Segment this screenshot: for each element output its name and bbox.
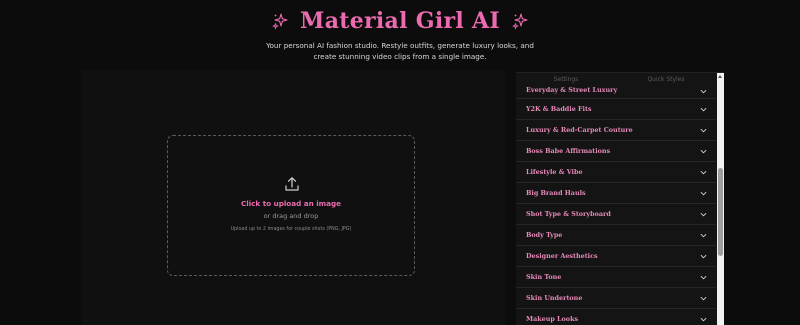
accordion-item-label: Skin Undertone [526,294,583,302]
accordion-item-label: Body Type [526,231,563,239]
subtitle-line: create stunning video clips from a singl… [313,52,487,61]
image-dropzone[interactable]: Click to upload an image or drag and dro… [167,135,415,276]
chevron-down-icon [700,149,707,154]
accordion-item[interactable]: Big Brand Hauls [516,183,716,204]
accordion-item[interactable]: Makeup Looks [516,309,716,325]
chevron-down-icon [700,128,707,133]
style-accordion: Everyday & Street Luxury Y2K & Baddie Fi… [516,86,716,325]
accordion-item-label: Everyday & Street Luxury [526,86,618,94]
sparkles-icon [512,13,528,29]
accordion-item-label: Boss Babe Affirmations [526,147,611,155]
chevron-down-icon [700,89,707,94]
panel-tabs: Settings Quick Styles [516,73,716,87]
accordion-item[interactable]: Shot Type & Storyboard [516,204,716,225]
accordion-item[interactable]: Skin Undertone [516,288,716,309]
accordion-item[interactable]: Lifestyle & Vibe [516,162,716,183]
accordion-item[interactable]: Boss Babe Affirmations [516,141,716,162]
chevron-down-icon [700,170,707,175]
app-title: Material Girl AI [300,8,500,34]
accordion-item-label: Makeup Looks [526,315,579,323]
upload-subtitle: or drag and drop [263,212,319,220]
chevron-down-icon [700,233,707,238]
accordion-item-label: Skin Tone [526,273,562,281]
accordion-item-label: Luxury & Red-Carpet Couture [526,126,633,134]
accordion-item-label: Big Brand Hauls [526,189,586,197]
chevron-down-icon [700,254,707,259]
accordion-item[interactable]: Skin Tone [516,267,716,288]
accordion-item[interactable]: Y2K & Baddie Fits [516,99,716,120]
panel-scrollbar[interactable] [717,73,724,325]
scroll-up-arrow-icon[interactable] [718,75,722,78]
header: Material Girl AI Your personal AI fashio… [0,0,800,70]
tab-settings[interactable]: Settings [516,73,616,87]
tab-quick-styles[interactable]: Quick Styles [616,73,716,87]
chevron-down-icon [700,107,707,112]
sparkles-icon [272,13,288,29]
accordion-item-label: Y2K & Baddie Fits [526,105,592,113]
accordion-item-label: Lifestyle & Vibe [526,168,583,176]
accordion-item[interactable]: Luxury & Red-Carpet Couture [516,120,716,141]
chevron-down-icon [700,191,707,196]
scroll-thumb[interactable] [718,168,723,256]
accordion-item-label: Designer Aesthetics [526,252,598,260]
accordion-item[interactable]: Everyday & Street Luxury [516,86,716,99]
title-row: Material Girl AI [0,8,800,34]
upload-area: Click to upload an image or drag and dro… [82,70,505,325]
app-subtitle: Your personal AI fashion studio. Restyle… [0,40,800,62]
chevron-down-icon [700,296,707,301]
accordion-item[interactable]: Body Type [516,225,716,246]
chevron-down-icon [700,317,707,322]
upload-hint: Upload up to 2 images for couple shots (… [230,227,352,232]
style-panel: Settings Quick Styles Everyday & Street … [516,72,724,325]
subtitle-line: Your personal AI fashion studio. Restyle… [266,41,534,50]
accordion-item-label: Shot Type & Storyboard [526,210,611,218]
upload-title[interactable]: Click to upload an image [168,199,414,208]
chevron-down-icon [700,212,707,217]
accordion-item[interactable]: Designer Aesthetics [516,246,716,267]
upload-icon [285,177,299,191]
chevron-down-icon [700,275,707,280]
